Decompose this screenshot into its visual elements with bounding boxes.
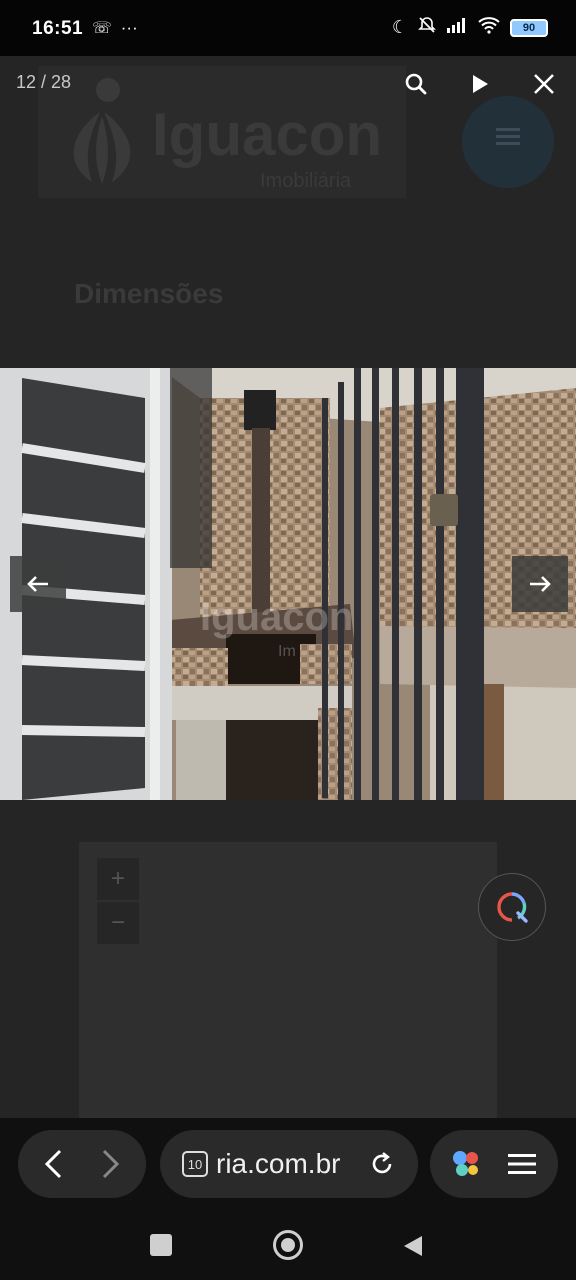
- search-icon: [405, 73, 427, 95]
- lens-search-button[interactable]: [478, 873, 546, 941]
- chevron-right-icon: [102, 1149, 120, 1179]
- slideshow-play-button[interactable]: [458, 64, 502, 104]
- map-zoom-in-button[interactable]: +: [97, 858, 139, 900]
- system-navigation-bar: [0, 1212, 576, 1280]
- forward-button[interactable]: [96, 1148, 124, 1185]
- browser-toolbar: 10 ria.com.br: [0, 1118, 576, 1212]
- messenger-icon: ☏: [92, 20, 113, 37]
- back-nav-button[interactable]: [402, 1234, 424, 1263]
- browser-actions: [430, 1130, 558, 1198]
- map-zoom-out-button[interactable]: −: [97, 902, 139, 944]
- tab-count-badge[interactable]: 10: [182, 1151, 208, 1177]
- logo-name: Iguacon: [152, 101, 383, 168]
- signal-icon: [446, 17, 468, 38]
- arrow-right-icon: [530, 576, 551, 592]
- triangle-back-icon: [404, 1236, 422, 1256]
- ai-assistant-button[interactable]: [448, 1146, 484, 1187]
- barbecue-area-photo: Iguacon Im: [0, 368, 576, 800]
- hamburger-icon: [496, 128, 520, 145]
- back-button[interactable]: [40, 1148, 68, 1185]
- address-bar[interactable]: 10 ria.com.br: [160, 1130, 418, 1198]
- status-bar: 16:51 ☏ ··· ☾ 90: [0, 0, 576, 56]
- url-text[interactable]: ria.com.br: [216, 1148, 340, 1180]
- assistant-icon: [453, 1151, 478, 1176]
- status-time: 16:51: [32, 18, 84, 39]
- home-button[interactable]: [273, 1230, 303, 1260]
- status-right-icons: ☾ 90: [392, 16, 548, 39]
- arrow-left-icon: [27, 576, 48, 592]
- close-icon: [534, 74, 554, 94]
- status-left-icons: ☏ ···: [92, 18, 138, 38]
- image-counter: 12 / 28: [16, 72, 72, 92]
- close-button[interactable]: [522, 64, 566, 104]
- gallery-photo[interactable]: Iguacon Im: [0, 368, 576, 800]
- browser-menu-button[interactable]: [508, 1152, 536, 1181]
- site-menu-button[interactable]: [462, 96, 554, 188]
- chevron-left-icon: [44, 1149, 62, 1179]
- search-button[interactable]: [394, 64, 438, 104]
- bell-off-icon: [418, 16, 436, 39]
- site-logo[interactable]: Iguacon Imobiliária: [38, 66, 406, 198]
- wifi-icon: [478, 16, 500, 39]
- photo-watermark: Iguacon: [200, 595, 353, 639]
- location-map[interactable]: [79, 842, 497, 1118]
- recents-button[interactable]: [150, 1234, 172, 1256]
- lens-icon: [497, 892, 528, 923]
- reload-icon: [372, 1152, 392, 1174]
- play-icon: [473, 75, 488, 93]
- previous-image-button[interactable]: [10, 556, 66, 612]
- more-dots: ···: [120, 18, 138, 37]
- logo-subtitle: Imobiliária: [260, 170, 352, 192]
- photo-watermark-sub: Im: [278, 643, 296, 660]
- reload-button[interactable]: [368, 1150, 396, 1183]
- hamburger-menu-icon: [508, 1154, 536, 1174]
- history-nav: [18, 1130, 146, 1198]
- moon-icon: ☾: [391, 17, 408, 37]
- battery-indicator: 90: [510, 18, 548, 37]
- next-image-button[interactable]: [512, 556, 568, 612]
- section-heading: Dimensões: [74, 278, 224, 309]
